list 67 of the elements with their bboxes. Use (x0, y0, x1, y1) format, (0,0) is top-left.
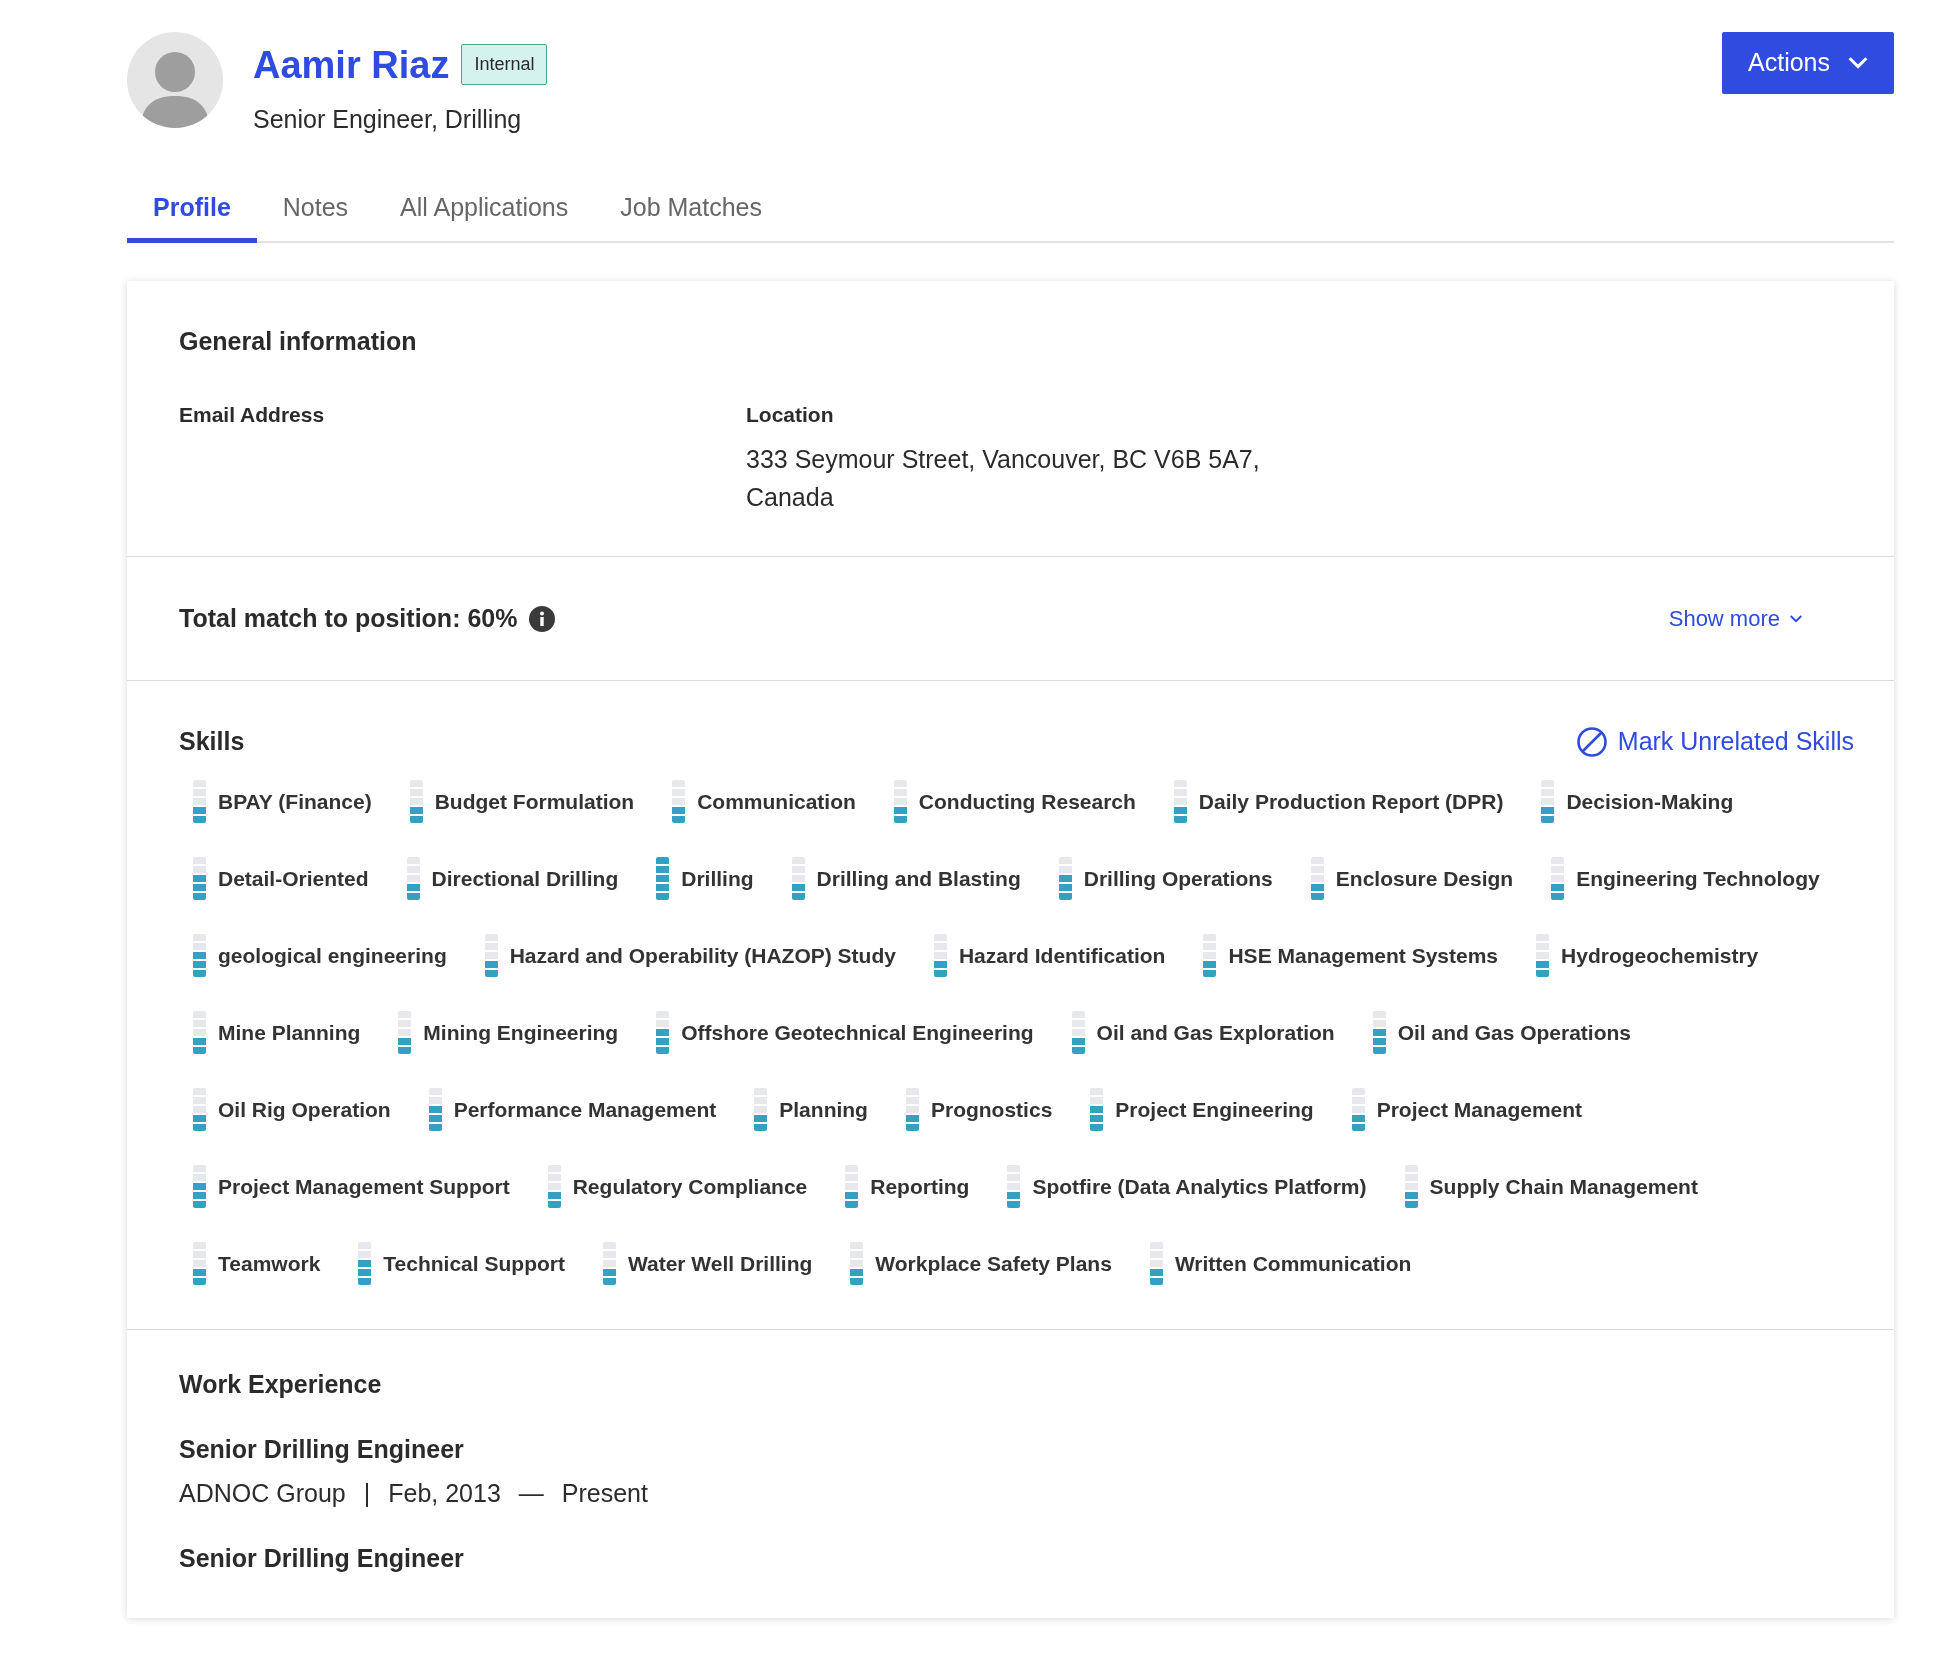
total-match-text: Total match to position: 60% (179, 602, 518, 634)
skill-name: Detail-Oriented (218, 865, 369, 892)
date-dash: — (518, 1477, 544, 1509)
skill-name: Communication (697, 788, 856, 815)
skill-name: Engineering Technology (1576, 865, 1820, 892)
tab[interactable]: Profile (127, 188, 257, 243)
skill-name: geological engineering (218, 942, 447, 969)
skill-name: Directional Drilling (431, 865, 619, 892)
tab[interactable]: All Applications (374, 188, 595, 243)
section-title: General information (179, 326, 418, 357)
separator: | (363, 1477, 371, 1509)
job-title: Senior Engineer, Drilling (253, 104, 523, 135)
info-icon (529, 605, 556, 632)
skill-name: Budget Formulation (434, 788, 635, 815)
skill-name: Project Engineering (1115, 1096, 1314, 1123)
end-date: Present (561, 1477, 648, 1509)
tab[interactable]: Notes (256, 188, 375, 243)
company-name: ADNOC Group (179, 1477, 346, 1509)
skill-name: Oil Rig Operation (218, 1096, 391, 1123)
skill-name: Water Well Drilling (627, 1250, 813, 1277)
field-label: Email Address (179, 401, 326, 428)
internal-badge: Internal (461, 44, 548, 85)
skill-name: Project Management (1376, 1096, 1583, 1123)
skill-name: Drilling and Blasting (816, 865, 1021, 892)
chevron-down-icon (1848, 57, 1868, 69)
skill-name: Oil and Gas Operations (1397, 1019, 1631, 1046)
skill-name: Performance Management (453, 1096, 717, 1123)
skill-name: Project Management Support (218, 1173, 510, 1200)
skill-name: Offshore Geotechnical Engineering (681, 1019, 1034, 1046)
skill-name: Supply Chain Management (1429, 1173, 1698, 1200)
skill-name: Planning (779, 1096, 868, 1123)
skill-name: Teamwork (218, 1250, 321, 1277)
candidate-name: Aamir Riaz (253, 45, 450, 84)
section-title: Skills (179, 726, 245, 757)
skill-name: HSE Management Systems (1228, 942, 1499, 969)
skill-name: Reporting (870, 1173, 970, 1200)
skill-name: Mine Planning (218, 1019, 361, 1046)
chevron-down-icon (1790, 614, 1802, 623)
skill-name: Mining Engineering (423, 1019, 619, 1046)
show-more-link[interactable]: Show more (1668, 602, 1802, 635)
actions-button[interactable]: Actions (1722, 32, 1894, 94)
skill-name: Technical Support (383, 1250, 565, 1277)
skill-name: Enclosure Design (1335, 865, 1514, 892)
ban-icon (1575, 725, 1608, 758)
skill-name: Hazard and Operability (HAZOP) Study (509, 942, 896, 969)
skill-name: Hydrogeochemistry (1561, 942, 1759, 969)
section-title: Work Experience (179, 1368, 383, 1400)
field-value: 333 Seymour Street, Vancouver, BC V6B 5A7, Canada (746, 444, 1261, 513)
mark-unrelated-skills-link[interactable]: Mark Unrelated Skills (1575, 723, 1854, 761)
skill-name: Hazard Identification (958, 942, 1166, 969)
job-title: Senior Drilling Engineer (179, 1434, 465, 1465)
skill-name: Drilling (681, 865, 754, 892)
skill-name: Prognostics (930, 1096, 1053, 1123)
skill-name: Oil and Gas Exploration (1096, 1019, 1335, 1046)
skill-name: Daily Production Report (DPR) (1198, 788, 1504, 815)
job-title: Senior Drilling Engineer (179, 1543, 465, 1574)
start-date: Feb, 2013 (388, 1477, 501, 1509)
skill-name: Drilling Operations (1083, 865, 1273, 892)
skill-name: Conducting Research (918, 788, 1136, 815)
skill-name: Decision-Making (1566, 788, 1734, 815)
field-label: Location (746, 401, 835, 428)
skill-name: BPAY (Finance) (218, 788, 372, 815)
skill-name: Workplace Safety Plans (875, 1250, 1112, 1277)
tab[interactable]: Job Matches (594, 188, 788, 243)
skill-name: Spotfire (Data Analytics Platform) (1032, 1173, 1367, 1200)
skill-name: Regulatory Compliance (572, 1173, 808, 1200)
skill-name: Written Communication (1174, 1250, 1412, 1277)
